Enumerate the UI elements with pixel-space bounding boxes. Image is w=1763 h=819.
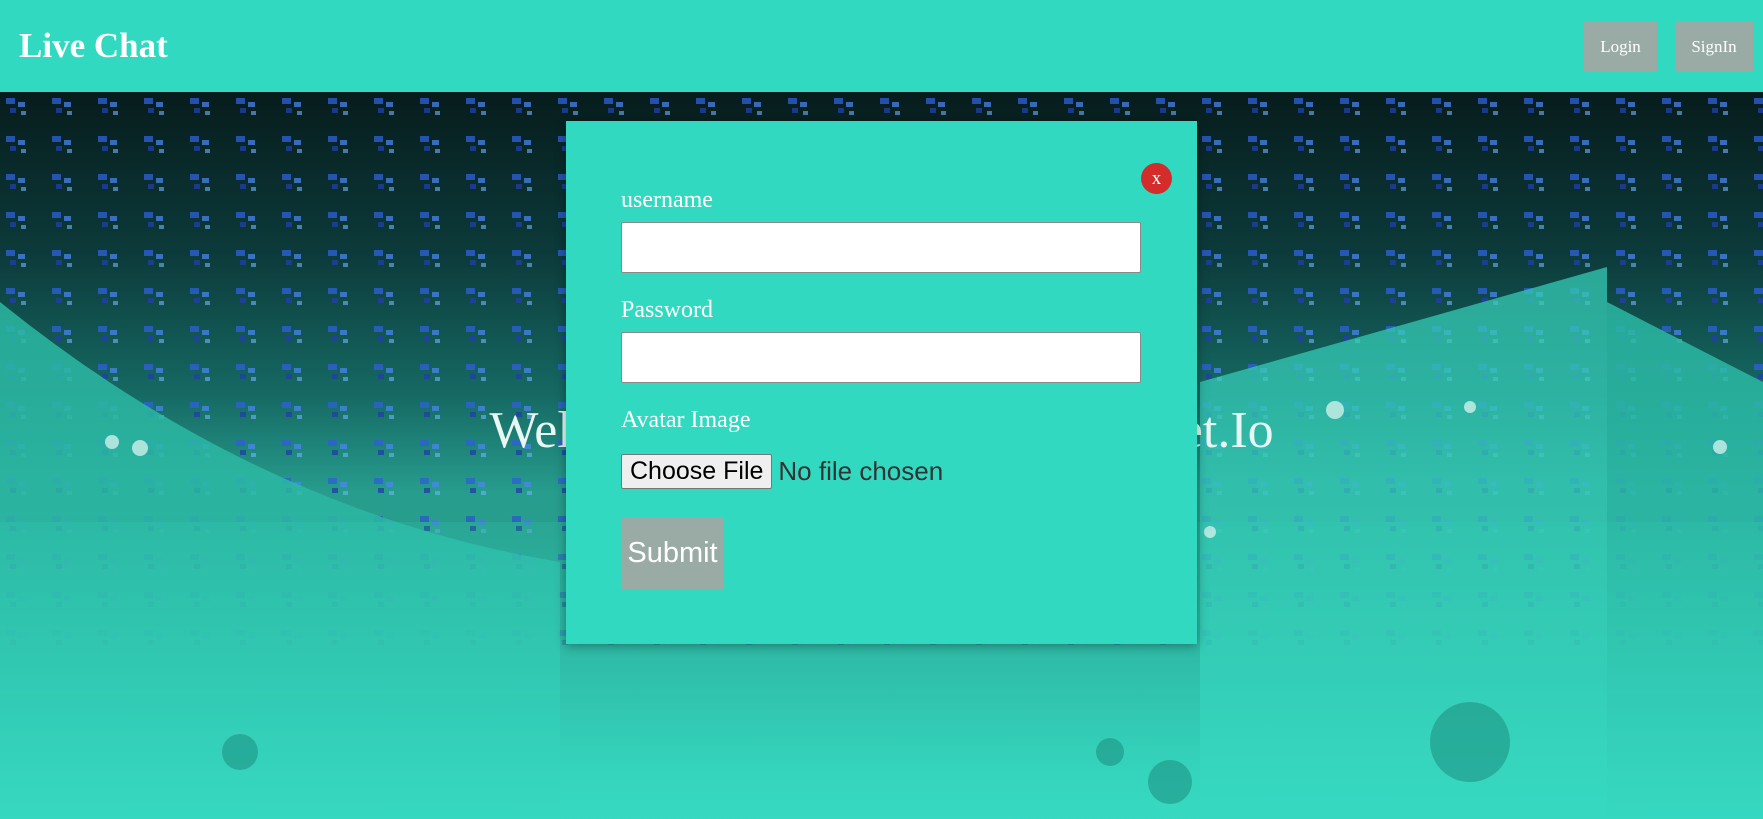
- username-input[interactable]: [621, 222, 1141, 273]
- username-label: username: [621, 187, 713, 213]
- login-modal: x username Password Avatar Image Choose …: [566, 121, 1197, 644]
- avatar-image-label: Avatar Image: [621, 407, 751, 433]
- choose-file-button[interactable]: Choose File: [621, 453, 773, 489]
- submit-button[interactable]: Submit: [621, 517, 724, 589]
- password-input[interactable]: [621, 332, 1141, 383]
- signin-button[interactable]: SignIn: [1675, 21, 1753, 72]
- login-button[interactable]: Login: [1584, 21, 1657, 72]
- file-status-text: No file chosen: [778, 455, 944, 486]
- avatar-file-input[interactable]: Choose File No file chosen: [621, 453, 943, 489]
- brand-title[interactable]: Live Chat: [19, 24, 168, 68]
- password-label: Password: [621, 297, 714, 323]
- navbar: Live Chat Login SignIn: [0, 0, 1763, 92]
- close-button[interactable]: x: [1141, 163, 1172, 194]
